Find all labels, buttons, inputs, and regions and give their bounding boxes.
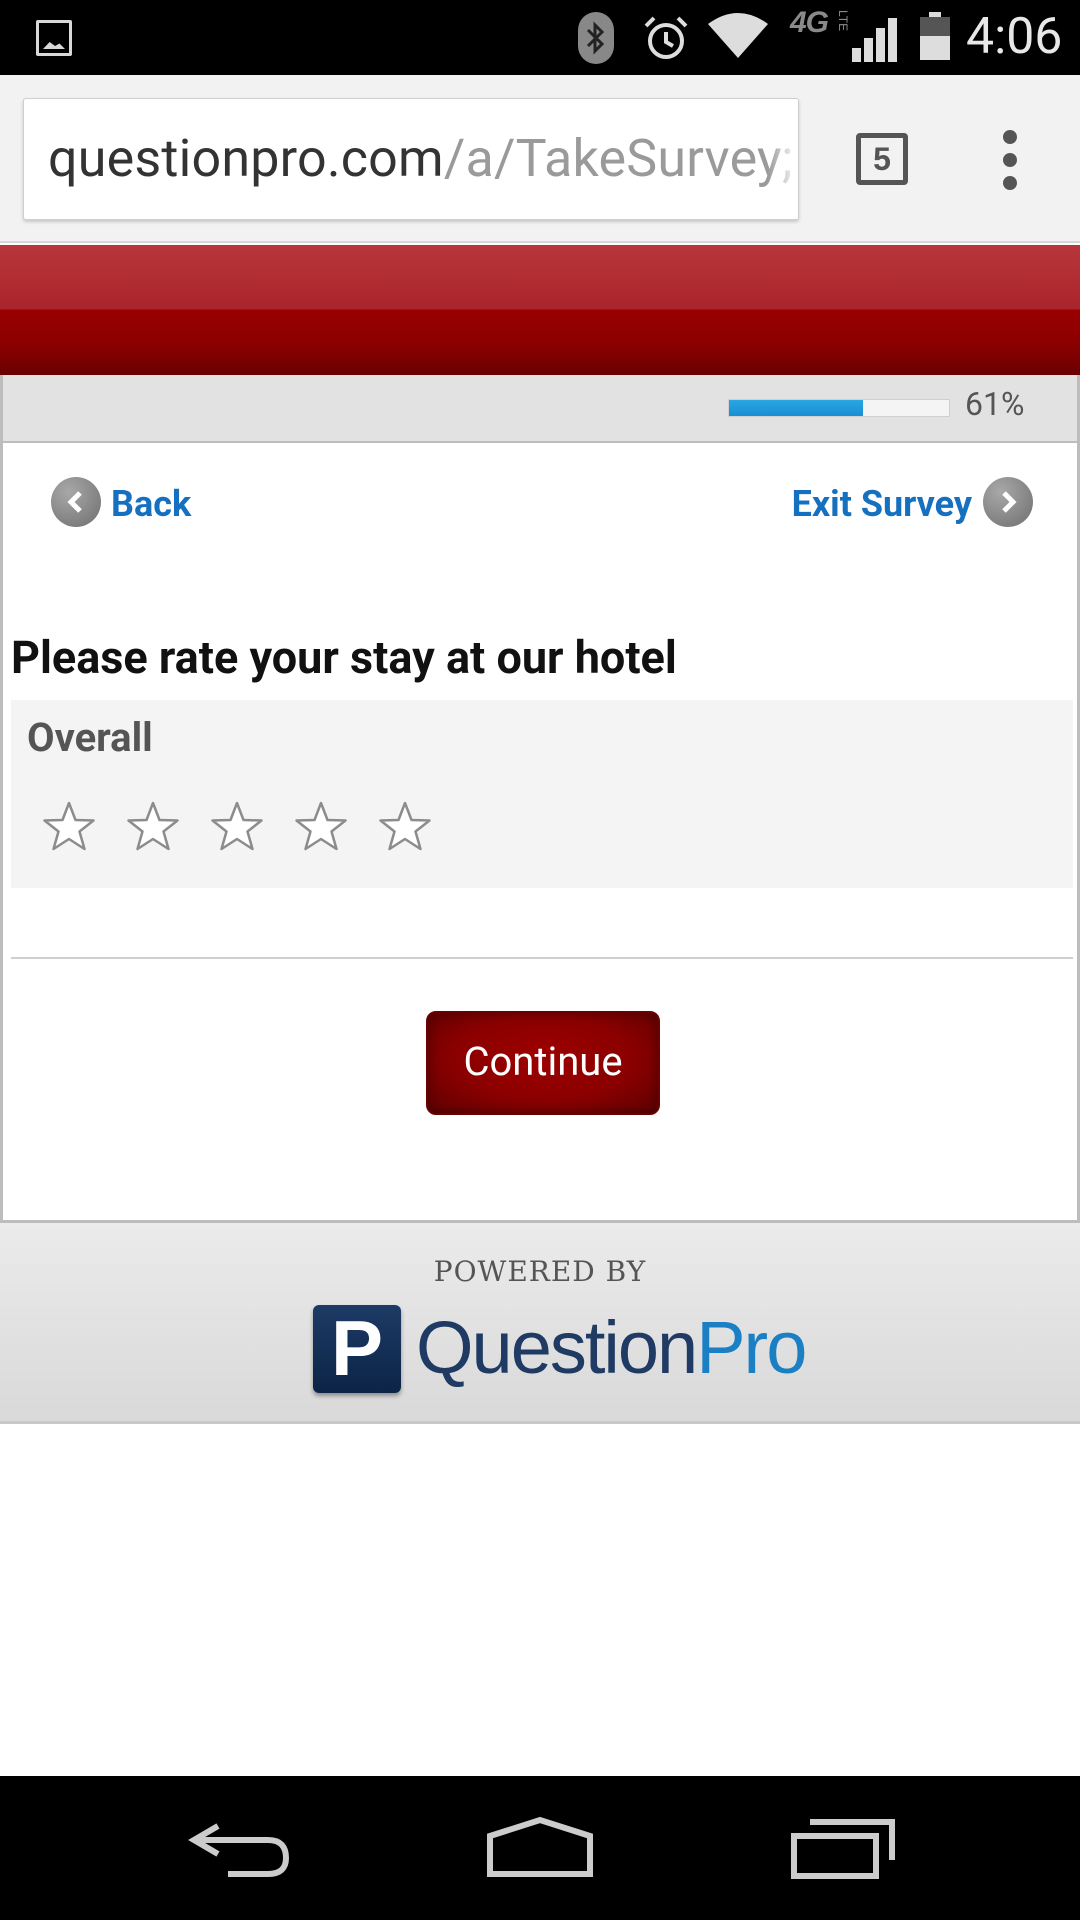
browser-toolbar: questionpro.com/a/TakeSurvey; 5: [0, 75, 1080, 243]
network-type: 4G: [790, 6, 829, 39]
network-subtype: LTE: [836, 10, 850, 32]
home-icon[interactable]: [484, 1816, 596, 1880]
url-text: questionpro.com/a/TakeSurvey;: [48, 129, 793, 189]
survey-panel: Back Exit Survey Please rate your stay a…: [0, 443, 1080, 1223]
gallery-notification-icon: [36, 20, 72, 56]
url-path: /a/TakeSurvey;: [443, 128, 794, 189]
star-icon[interactable]: [125, 800, 181, 854]
powered-by-text: POWERED BY: [433, 1255, 647, 1288]
questionpro-logo-mark[interactable]: P: [313, 1304, 401, 1393]
survey-header-banner: [0, 245, 1080, 375]
progress-percent: 61%: [965, 385, 1025, 423]
logo-word-accent: Pro: [696, 1306, 807, 1389]
powered-by-footer: POWERED BY P QuestionPro: [0, 1223, 1080, 1424]
rating-label: Overall: [27, 714, 153, 761]
url-bar[interactable]: questionpro.com/a/TakeSurvey;: [23, 98, 799, 220]
star-icon[interactable]: [377, 800, 433, 854]
clock: 4:06: [966, 8, 1063, 66]
overflow-menu-icon[interactable]: [995, 130, 1025, 190]
continue-button[interactable]: Continue: [426, 1011, 660, 1115]
back-arrow-icon[interactable]: [51, 477, 101, 527]
alarm-icon: [644, 16, 688, 59]
survey-nav: Back Exit Survey: [3, 443, 1077, 563]
url-host: questionpro.com: [48, 128, 444, 189]
star-icon[interactable]: [209, 800, 265, 854]
recent-apps-icon[interactable]: [790, 1816, 896, 1880]
bluetooth-icon: [578, 12, 614, 64]
signal-icon: [852, 18, 897, 62]
questionpro-logo-text[interactable]: QuestionPro: [416, 1305, 807, 1390]
question-title: Please rate your stay at our hotel: [11, 631, 677, 684]
tab-switcher-button[interactable]: 5: [856, 133, 908, 185]
exit-survey-link[interactable]: Exit Survey: [792, 483, 972, 525]
logo-word-main: Question: [416, 1306, 698, 1389]
star-icon[interactable]: [293, 800, 349, 854]
divider: [11, 957, 1073, 959]
star-icon[interactable]: [41, 800, 97, 854]
progress-strip: 61%: [0, 375, 1080, 443]
progress-bar: [728, 399, 950, 417]
status-bar: 4G LTE 4:06: [0, 0, 1080, 75]
system-nav-bar: [0, 1776, 1080, 1920]
back-link[interactable]: Back: [111, 483, 191, 525]
logo-mark-letter: P: [331, 1304, 384, 1392]
progress-bar-fill: [729, 400, 864, 416]
rating-row: Overall: [11, 700, 1073, 888]
forward-arrow-icon[interactable]: [983, 477, 1033, 527]
url-fade: [768, 99, 798, 219]
battery-icon: [920, 12, 950, 60]
wifi-icon: [708, 13, 768, 58]
back-icon[interactable]: [188, 1816, 292, 1880]
